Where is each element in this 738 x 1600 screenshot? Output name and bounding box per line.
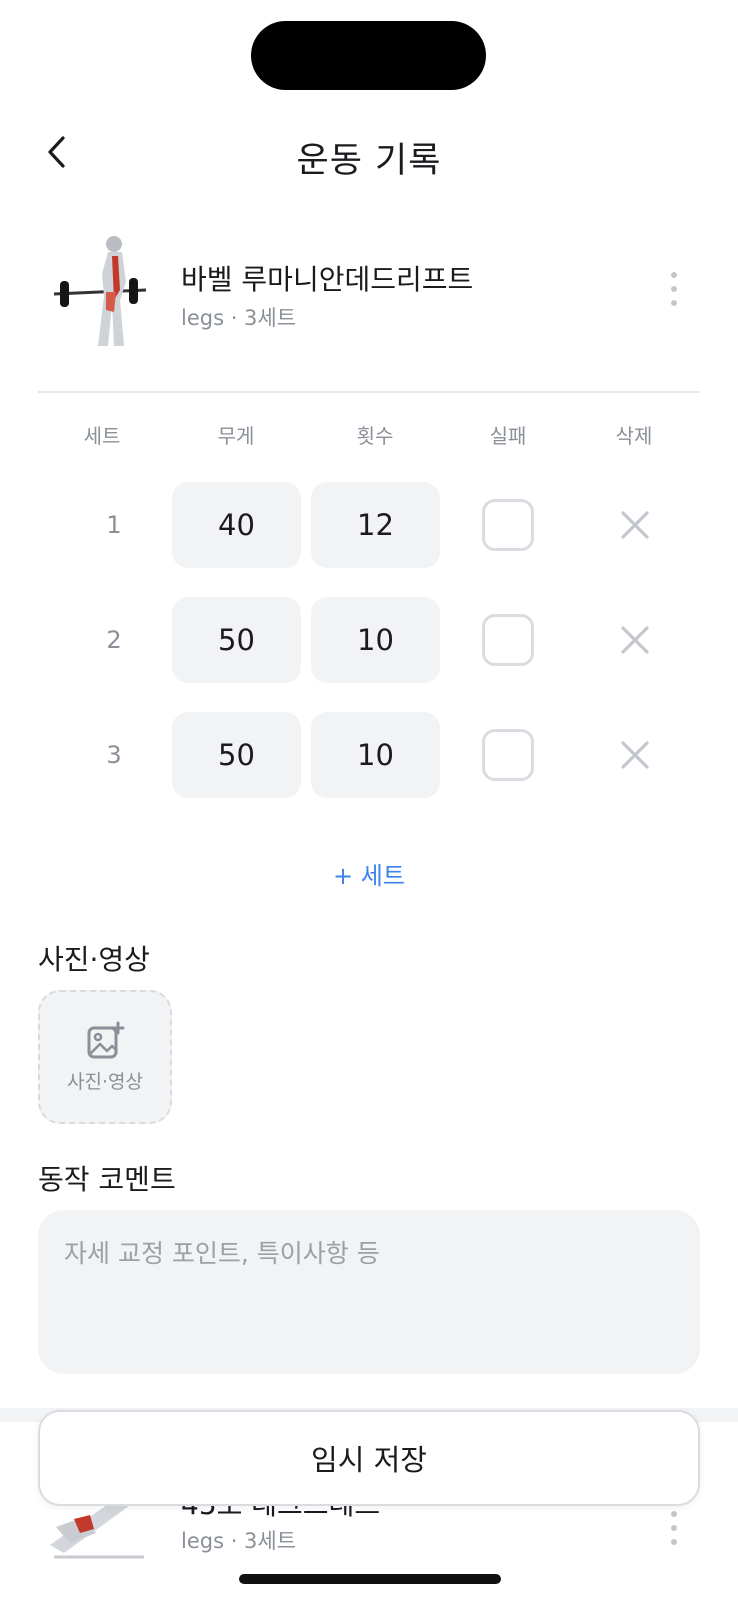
exercise-name: 바벨 루마니안데드리프트 [181, 263, 474, 296]
weight-input[interactable]: 50 [172, 597, 301, 683]
close-icon [621, 741, 649, 769]
kebab-dot-icon [671, 1539, 677, 1545]
add-media-label: 사진·영상 [67, 1070, 143, 1093]
comment-input[interactable] [38, 1210, 700, 1374]
kebab-dot-icon [671, 1511, 677, 1517]
home-indicator [239, 1574, 501, 1584]
header: 운동 기록 [0, 120, 738, 190]
page-title: 운동 기록 [296, 141, 442, 181]
exercise-meta: legs · 3세트 [181, 1529, 297, 1553]
fail-checkbox[interactable] [482, 729, 534, 781]
kebab-dot-icon [671, 286, 677, 292]
reps-input[interactable]: 12 [311, 482, 440, 568]
set-row: 2 50 10 [38, 597, 700, 683]
column-header-delete: 삭제 [615, 424, 653, 448]
dynamic-island [251, 21, 486, 90]
add-set-button[interactable]: + 세트 [0, 856, 738, 891]
column-header-fail: 실패 [489, 424, 527, 448]
exercise-thumbnail [53, 236, 147, 346]
more-options-button[interactable] [664, 272, 684, 306]
media-section-title: 사진·영상 [38, 943, 150, 976]
delete-set-button[interactable] [616, 621, 654, 659]
column-header-set: 세트 [83, 424, 121, 448]
kebab-dot-icon [671, 272, 677, 278]
fail-checkbox[interactable] [482, 614, 534, 666]
set-number: 2 [106, 626, 122, 654]
weight-input[interactable]: 40 [172, 482, 301, 568]
set-row: 3 50 10 [38, 712, 700, 798]
kebab-dot-icon [671, 300, 677, 306]
add-photo-icon [87, 1021, 125, 1058]
reps-input[interactable]: 10 [311, 712, 440, 798]
divider [38, 391, 700, 393]
exercise-card: 바벨 루마니안데드리프트 legs · 3세트 [38, 232, 700, 362]
set-number: 1 [106, 511, 122, 539]
set-row: 1 40 12 [38, 482, 700, 568]
comment-section-title: 동작 코멘트 [38, 1163, 176, 1196]
kebab-dot-icon [671, 1525, 677, 1531]
delete-set-button[interactable] [616, 506, 654, 544]
temp-save-button[interactable]: 임시 저장 [38, 1410, 700, 1506]
column-header-weight: 무게 [217, 424, 255, 448]
more-options-button[interactable] [664, 1511, 684, 1545]
fail-checkbox[interactable] [482, 499, 534, 551]
close-icon [621, 626, 649, 654]
weight-input[interactable]: 50 [172, 712, 301, 798]
set-number: 3 [106, 741, 122, 769]
reps-input[interactable]: 10 [311, 597, 440, 683]
add-media-button[interactable]: 사진·영상 [38, 990, 172, 1124]
column-header-reps: 횟수 [356, 424, 394, 448]
exercise-meta: legs · 3세트 [181, 306, 297, 330]
close-icon [621, 511, 649, 539]
delete-set-button[interactable] [616, 736, 654, 774]
